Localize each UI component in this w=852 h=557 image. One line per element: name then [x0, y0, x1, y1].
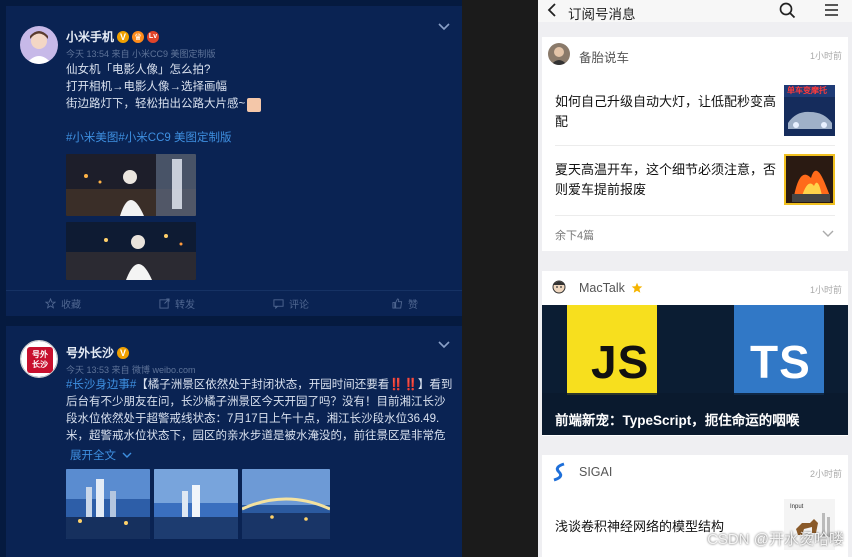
crown-icon: ♛ — [132, 30, 145, 43]
sigai-logo-icon[interactable] — [548, 461, 570, 483]
post-photo[interactable] — [242, 469, 330, 539]
thumbnail-caption: Input — [790, 504, 804, 510]
account-header: 备胎说车 1小时前 — [542, 37, 848, 71]
article-banner[interactable]: JS TS 前端新宠：TypeScript，扼住命运的咽喉 — [542, 305, 848, 435]
ts-logo-text: TS — [750, 336, 811, 388]
article-thumbnail[interactable] — [784, 154, 835, 205]
like-button[interactable]: 赞 — [348, 296, 462, 311]
article-title[interactable]: 夏天高温开车，这个细节必须注意，否则爱车提前报废 — [555, 160, 780, 200]
hashtag-link[interactable]: #长沙身边事# — [66, 379, 136, 391]
account-name: 备胎说车 — [579, 51, 630, 65]
post-text: 仙女机「电影人像」怎么拍? 打开相机→电影人像→选择画幅 街边路灯下，轻松拍出公… — [66, 62, 454, 147]
expand-full-text-link[interactable]: 展开全文 — [70, 447, 132, 463]
timestamp: 1小时前 — [809, 285, 842, 295]
repost-icon — [159, 298, 170, 309]
weibo-feed: 小米手机 V ♛ Lv 今天 13:54 来自 小米CC9 美图定制版 仙女机「… — [0, 0, 462, 557]
avatar-logo-text: 号外长沙 — [32, 350, 48, 369]
thumbs-up-icon — [392, 298, 403, 309]
chevron-down-icon[interactable] — [438, 22, 452, 36]
comment-button[interactable]: 评论 — [234, 296, 348, 311]
star-icon — [631, 282, 643, 293]
js-logo-text: JS — [591, 336, 650, 388]
repost-button[interactable]: 转发 — [120, 296, 234, 311]
post-photo[interactable] — [66, 154, 196, 216]
subscription-account-card[interactable]: MacTalk 1小时前 JS TS 前端新宠：TypeScript，扼住命运的… — [542, 271, 848, 436]
post-text: #长沙身边事#【橘子洲景区依然处于封闭状态，开园时间还要看‼️‼️】看到后台有不… — [66, 379, 453, 442]
back-arrow-icon[interactable] — [546, 2, 558, 18]
hashtag-link[interactable]: #小米美图# — [66, 132, 125, 144]
divider — [555, 145, 835, 146]
account-name: SIGAI — [579, 465, 613, 479]
post-photo[interactable] — [154, 469, 238, 539]
subscription-account-card[interactable]: 备胎说车 1小时前 如何自己升级自动大灯，让低配秒变高配 单车变摩托 夏天高温开… — [542, 37, 848, 251]
favorite-button[interactable]: 收藏 — [6, 296, 120, 311]
post-meta: 今天 13:53 来自 微博 weibo.com — [66, 365, 196, 375]
star-icon — [45, 298, 56, 309]
verified-icon: V — [117, 346, 130, 359]
article-thumbnail[interactable]: 单车变摩托 — [784, 85, 835, 136]
verified-icon: V — [117, 30, 130, 43]
comment-icon — [273, 299, 284, 309]
chevron-down-icon[interactable] — [822, 230, 834, 238]
chevron-down-icon — [122, 452, 132, 458]
post-photo[interactable] — [66, 469, 150, 539]
level-badge-icon: Lv — [147, 30, 160, 43]
post-meta: 今天 13:54 来自 小米CC9 美图定制版 — [66, 49, 216, 59]
background-gap — [462, 0, 538, 557]
top-bar: 订阅号消息 — [538, 0, 852, 22]
more-articles-link[interactable]: 余下4篇 — [555, 227, 594, 243]
menu-icon[interactable] — [824, 3, 839, 17]
avatar[interactable] — [548, 277, 570, 299]
page-title: 订阅号消息 — [568, 7, 636, 22]
hashtag-link[interactable]: 小米CC9 美图定制版 — [125, 132, 232, 144]
divider — [555, 215, 835, 216]
article-title[interactable]: 如何自己升级自动大灯，让低配秒变高配 — [555, 92, 780, 132]
username[interactable]: 小米手机 V ♛ Lv — [66, 28, 160, 45]
thumbnail-caption: 单车变摩托 — [787, 86, 827, 95]
account-header: MacTalk 1小时前 — [542, 271, 848, 305]
post-photo[interactable] — [66, 222, 196, 280]
account-header: SIGAI 2小时前 — [542, 455, 848, 489]
avatar[interactable]: 号外长沙 — [20, 340, 58, 378]
weibo-post-card[interactable]: 号外长沙 号外长沙 V 今天 13:53 来自 微博 weibo.com #长沙… — [6, 326, 462, 557]
avatar[interactable] — [20, 26, 58, 64]
account-name: MacTalk — [579, 281, 643, 295]
watermark: CSDN @开水烫哈喽 — [707, 531, 844, 548]
emoji-icon — [247, 97, 262, 112]
chevron-down-icon[interactable] — [438, 340, 452, 354]
avatar[interactable] — [548, 43, 570, 65]
subscription-messages-panel: 订阅号消息 备胎说车 1小时前 如何自己升级自动大灯，让低配秒变高配 单车变摩托… — [538, 0, 852, 557]
weibo-post-card[interactable]: 小米手机 V ♛ Lv 今天 13:54 来自 小米CC9 美图定制版 仙女机「… — [6, 6, 462, 316]
username[interactable]: 号外长沙 V — [66, 344, 130, 361]
timestamp: 2小时前 — [809, 469, 842, 479]
banner-caption: 前端新宠：TypeScript，扼住命运的咽喉 — [555, 413, 800, 428]
timestamp: 1小时前 — [809, 51, 842, 61]
search-icon[interactable] — [779, 2, 796, 19]
post-action-bar: 收藏 转发 评论 赞 — [6, 290, 462, 316]
